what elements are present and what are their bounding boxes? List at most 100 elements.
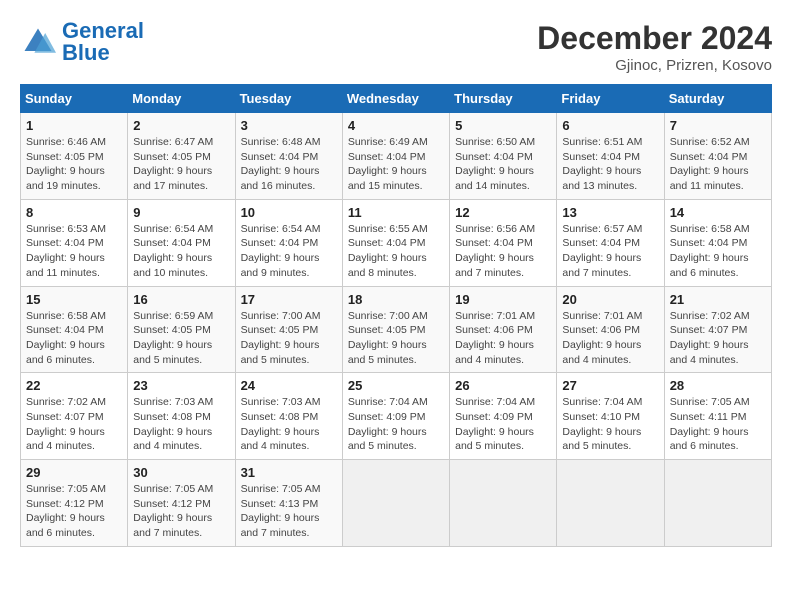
day-of-week-saturday: Saturday (664, 85, 771, 113)
daylight-label: Daylight: 9 hours and 4 minutes. (670, 339, 749, 366)
sunrise-label: Sunrise: 7:05 AM (241, 483, 321, 495)
logo: General Blue (20, 20, 144, 64)
day-of-week-wednesday: Wednesday (342, 85, 449, 113)
empty-cell (664, 460, 771, 547)
day-number: 20 (562, 292, 658, 307)
subtitle: Gjinoc, Prizren, Kosovo (537, 57, 772, 74)
day-info: Sunrise: 7:04 AM Sunset: 4:09 PM Dayligh… (348, 395, 444, 454)
day-number: 14 (670, 205, 766, 220)
calendar-day-21: 21 Sunrise: 7:02 AM Sunset: 4:07 PM Dayl… (664, 286, 771, 373)
day-info: Sunrise: 6:59 AM Sunset: 4:05 PM Dayligh… (133, 309, 229, 368)
sunset-label: Sunset: 4:05 PM (26, 151, 104, 163)
calendar-day-30: 30 Sunrise: 7:05 AM Sunset: 4:12 PM Dayl… (128, 460, 235, 547)
sunrise-label: Sunrise: 6:51 AM (562, 136, 642, 148)
day-number: 29 (26, 465, 122, 480)
day-info: Sunrise: 6:49 AM Sunset: 4:04 PM Dayligh… (348, 135, 444, 194)
day-info: Sunrise: 7:03 AM Sunset: 4:08 PM Dayligh… (241, 395, 337, 454)
daylight-label: Daylight: 9 hours and 5 minutes. (455, 426, 534, 453)
day-number: 28 (670, 378, 766, 393)
sunset-label: Sunset: 4:07 PM (670, 324, 748, 336)
daylight-label: Daylight: 9 hours and 4 minutes. (455, 339, 534, 366)
sunset-label: Sunset: 4:04 PM (26, 324, 104, 336)
sunrise-label: Sunrise: 7:01 AM (455, 310, 535, 322)
daylight-label: Daylight: 9 hours and 4 minutes. (241, 426, 320, 453)
title-block: December 2024 Gjinoc, Prizren, Kosovo (537, 20, 772, 74)
sunset-label: Sunset: 4:06 PM (562, 324, 640, 336)
day-number: 25 (348, 378, 444, 393)
sunrise-label: Sunrise: 6:57 AM (562, 223, 642, 235)
day-number: 18 (348, 292, 444, 307)
day-info: Sunrise: 7:01 AM Sunset: 4:06 PM Dayligh… (455, 309, 551, 368)
sunset-label: Sunset: 4:05 PM (133, 151, 211, 163)
day-number: 6 (562, 118, 658, 133)
calendar-day-11: 11 Sunrise: 6:55 AM Sunset: 4:04 PM Dayl… (342, 199, 449, 286)
sunset-label: Sunset: 4:04 PM (348, 237, 426, 249)
calendar-day-13: 13 Sunrise: 6:57 AM Sunset: 4:04 PM Dayl… (557, 199, 664, 286)
day-info: Sunrise: 6:55 AM Sunset: 4:04 PM Dayligh… (348, 222, 444, 281)
sunset-label: Sunset: 4:10 PM (562, 411, 640, 423)
day-info: Sunrise: 6:51 AM Sunset: 4:04 PM Dayligh… (562, 135, 658, 194)
day-info: Sunrise: 6:52 AM Sunset: 4:04 PM Dayligh… (670, 135, 766, 194)
daylight-label: Daylight: 9 hours and 10 minutes. (133, 252, 212, 279)
day-of-week-friday: Friday (557, 85, 664, 113)
empty-cell (450, 460, 557, 547)
day-info: Sunrise: 6:46 AM Sunset: 4:05 PM Dayligh… (26, 135, 122, 194)
sunset-label: Sunset: 4:09 PM (455, 411, 533, 423)
day-info: Sunrise: 7:05 AM Sunset: 4:12 PM Dayligh… (133, 482, 229, 541)
day-info: Sunrise: 7:01 AM Sunset: 4:06 PM Dayligh… (562, 309, 658, 368)
daylight-label: Daylight: 9 hours and 6 minutes. (670, 252, 749, 279)
daylight-label: Daylight: 9 hours and 11 minutes. (26, 252, 105, 279)
sunrise-label: Sunrise: 6:48 AM (241, 136, 321, 148)
day-info: Sunrise: 6:54 AM Sunset: 4:04 PM Dayligh… (133, 222, 229, 281)
daylight-label: Daylight: 9 hours and 7 minutes. (241, 512, 320, 539)
calendar-day-25: 25 Sunrise: 7:04 AM Sunset: 4:09 PM Dayl… (342, 373, 449, 460)
day-info: Sunrise: 6:50 AM Sunset: 4:04 PM Dayligh… (455, 135, 551, 194)
sunset-label: Sunset: 4:13 PM (241, 498, 319, 510)
calendar-week-1: 1 Sunrise: 6:46 AM Sunset: 4:05 PM Dayli… (21, 113, 772, 200)
sunset-label: Sunset: 4:09 PM (348, 411, 426, 423)
sunset-label: Sunset: 4:04 PM (241, 237, 319, 249)
sunrise-label: Sunrise: 7:03 AM (133, 396, 213, 408)
calendar-day-5: 5 Sunrise: 6:50 AM Sunset: 4:04 PM Dayli… (450, 113, 557, 200)
sunrise-label: Sunrise: 6:46 AM (26, 136, 106, 148)
calendar-day-16: 16 Sunrise: 6:59 AM Sunset: 4:05 PM Dayl… (128, 286, 235, 373)
sunrise-label: Sunrise: 6:47 AM (133, 136, 213, 148)
day-number: 11 (348, 205, 444, 220)
calendar-day-8: 8 Sunrise: 6:53 AM Sunset: 4:04 PM Dayli… (21, 199, 128, 286)
day-number: 7 (670, 118, 766, 133)
calendar-day-20: 20 Sunrise: 7:01 AM Sunset: 4:06 PM Dayl… (557, 286, 664, 373)
daylight-label: Daylight: 9 hours and 4 minutes. (26, 426, 105, 453)
sunset-label: Sunset: 4:04 PM (241, 151, 319, 163)
sunrise-label: Sunrise: 7:05 AM (133, 483, 213, 495)
calendar-week-5: 29 Sunrise: 7:05 AM Sunset: 4:12 PM Dayl… (21, 460, 772, 547)
day-number: 15 (26, 292, 122, 307)
sunrise-label: Sunrise: 6:58 AM (26, 310, 106, 322)
day-number: 16 (133, 292, 229, 307)
calendar-day-6: 6 Sunrise: 6:51 AM Sunset: 4:04 PM Dayli… (557, 113, 664, 200)
day-number: 31 (241, 465, 337, 480)
day-info: Sunrise: 6:48 AM Sunset: 4:04 PM Dayligh… (241, 135, 337, 194)
day-info: Sunrise: 7:02 AM Sunset: 4:07 PM Dayligh… (26, 395, 122, 454)
calendar-day-22: 22 Sunrise: 7:02 AM Sunset: 4:07 PM Dayl… (21, 373, 128, 460)
daylight-label: Daylight: 9 hours and 9 minutes. (241, 252, 320, 279)
sunset-label: Sunset: 4:04 PM (26, 237, 104, 249)
day-number: 27 (562, 378, 658, 393)
sunrise-label: Sunrise: 6:53 AM (26, 223, 106, 235)
day-info: Sunrise: 7:00 AM Sunset: 4:05 PM Dayligh… (348, 309, 444, 368)
day-number: 3 (241, 118, 337, 133)
calendar-day-7: 7 Sunrise: 6:52 AM Sunset: 4:04 PM Dayli… (664, 113, 771, 200)
sunset-label: Sunset: 4:05 PM (348, 324, 426, 336)
sunrise-label: Sunrise: 6:56 AM (455, 223, 535, 235)
day-number: 2 (133, 118, 229, 133)
calendar-day-29: 29 Sunrise: 7:05 AM Sunset: 4:12 PM Dayl… (21, 460, 128, 547)
day-number: 23 (133, 378, 229, 393)
sunrise-label: Sunrise: 7:04 AM (455, 396, 535, 408)
sunrise-label: Sunrise: 6:52 AM (670, 136, 750, 148)
sunrise-label: Sunrise: 7:01 AM (562, 310, 642, 322)
main-title: December 2024 (537, 20, 772, 57)
daylight-label: Daylight: 9 hours and 13 minutes. (562, 165, 641, 192)
day-of-week-tuesday: Tuesday (235, 85, 342, 113)
day-number: 1 (26, 118, 122, 133)
day-info: Sunrise: 6:53 AM Sunset: 4:04 PM Dayligh… (26, 222, 122, 281)
sunset-label: Sunset: 4:11 PM (670, 411, 747, 423)
